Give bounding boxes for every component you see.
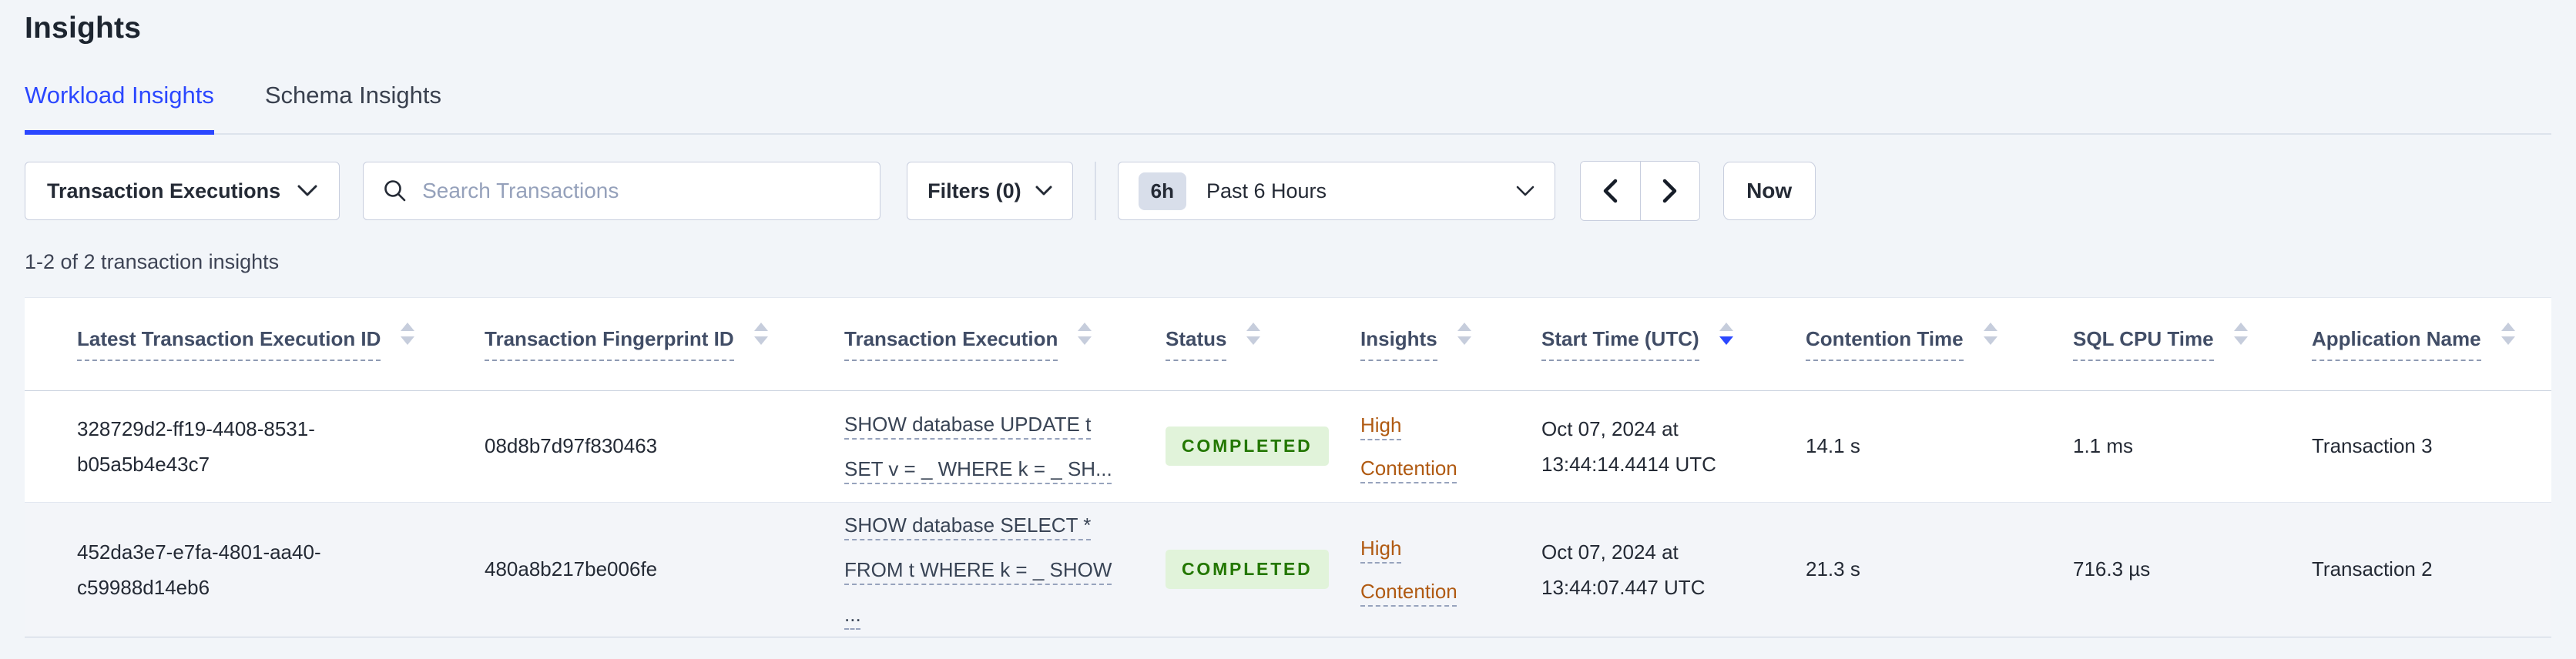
table-header-row: Latest Transaction Execution ID Transact…	[25, 298, 2551, 391]
sort-icon[interactable]	[753, 323, 768, 346]
insight-link[interactable]: High Contention	[1360, 527, 1484, 613]
now-button[interactable]: Now	[1722, 162, 1816, 220]
page-title: Insights	[25, 12, 142, 45]
sql-cpu-time: 716.3 µs	[2073, 557, 2151, 581]
insight-type-dropdown-label: Transaction Executions	[47, 179, 281, 202]
column-header-sql-cpu-time[interactable]: SQL CPU Time	[2073, 298, 2312, 391]
search-box[interactable]	[363, 162, 881, 220]
sort-icon[interactable]	[1078, 323, 1092, 346]
filters-button-label: Filters (0)	[927, 179, 1021, 202]
start-time: Oct 07, 2024 at 13:44:07.447 UTC	[1541, 540, 1706, 599]
time-next-button[interactable]	[1639, 162, 1699, 220]
search-icon	[382, 178, 408, 204]
column-header-application-name[interactable]: Application Name	[2312, 298, 2551, 391]
tab-workload-insights[interactable]: Workload Insights	[25, 82, 214, 135]
column-header-start-time[interactable]: Start Time (UTC)	[1541, 298, 1806, 391]
chevron-left-icon	[1601, 178, 1619, 204]
column-header-contention-time[interactable]: Contention Time	[1806, 298, 2073, 391]
results-summary: 1-2 of 2 transaction insights	[25, 250, 280, 273]
latest-execution-id: 452da3e7-e7fa-4801-aa40- c59988d14eb6	[77, 540, 321, 599]
status-badge: COMPLETED	[1166, 427, 1329, 466]
sort-icon[interactable]	[2233, 323, 2248, 346]
sort-icon[interactable]	[1457, 323, 1471, 346]
column-header-latest-execution-id[interactable]: Latest Transaction Execution ID	[25, 298, 485, 391]
chevron-right-icon	[1661, 178, 1679, 204]
column-header-fingerprint-id[interactable]: Transaction Fingerprint ID	[485, 298, 844, 391]
sort-icon[interactable]	[1983, 323, 1997, 346]
sql-cpu-time: 1.1 ms	[2073, 434, 2134, 457]
sort-icon-active-desc[interactable]	[1719, 323, 1733, 346]
chevron-down-icon	[1516, 186, 1535, 197]
status-badge: COMPLETED	[1166, 550, 1329, 590]
column-header-status[interactable]: Status	[1166, 298, 1360, 391]
table-row: 328729d2-ff19-4408-8531- b05a5b4e43c7 08…	[25, 390, 2551, 503]
insight-link[interactable]: High Contention	[1360, 403, 1484, 490]
toolbar-divider	[1094, 162, 1096, 220]
sort-icon[interactable]	[1246, 323, 1261, 346]
time-range-badge: 6h	[1138, 172, 1186, 210]
tab-bar: Workload Insights Schema Insights	[25, 82, 2551, 135]
contention-time: 14.1 s	[1806, 434, 1860, 457]
contention-time: 21.3 s	[1806, 557, 1860, 581]
time-nav-group	[1579, 161, 1700, 221]
tab-schema-insights[interactable]: Schema Insights	[265, 82, 441, 133]
time-prev-button[interactable]	[1580, 162, 1640, 220]
toolbar: Transaction Executions Filters (0) 6h Pa…	[25, 161, 2551, 221]
filters-button[interactable]: Filters (0)	[907, 162, 1073, 220]
transaction-execution-link[interactable]: SHOW database UPDATE t SET v = _ WHERE k…	[844, 402, 1112, 491]
fingerprint-id: 480a8b217be006fe	[485, 557, 658, 581]
search-input[interactable]	[422, 179, 862, 203]
sort-icon[interactable]	[2501, 323, 2515, 346]
start-time: Oct 07, 2024 at 13:44:14.4414 UTC	[1541, 416, 1716, 476]
time-range-label: Past 6 Hours	[1206, 179, 1327, 202]
insight-type-dropdown[interactable]: Transaction Executions	[25, 162, 340, 220]
time-range-picker[interactable]: 6h Past 6 Hours	[1117, 162, 1555, 220]
transaction-execution-link[interactable]: SHOW database SELECT * FROM t WHERE k = …	[844, 503, 1112, 637]
table-row: 452da3e7-e7fa-4801-aa40- c59988d14eb6 48…	[25, 502, 2551, 637]
chevron-down-icon	[297, 185, 317, 197]
latest-execution-id: 328729d2-ff19-4408-8531- b05a5b4e43c7	[77, 416, 315, 476]
column-header-insights[interactable]: Insights	[1360, 298, 1541, 391]
application-name: Transaction 2	[2312, 557, 2433, 581]
insights-page: Insights Workload Insights Schema Insigh…	[0, 0, 2576, 637]
insights-table: Latest Transaction Execution ID Transact…	[25, 298, 2551, 637]
chevron-down-icon	[1035, 186, 1052, 196]
fingerprint-id: 08d8b7d97f830463	[485, 434, 658, 457]
column-header-transaction-execution[interactable]: Transaction Execution	[844, 298, 1166, 391]
application-name: Transaction 3	[2312, 434, 2433, 457]
sort-icon[interactable]	[401, 323, 415, 346]
insights-table-card: Latest Transaction Execution ID Transact…	[25, 297, 2551, 637]
